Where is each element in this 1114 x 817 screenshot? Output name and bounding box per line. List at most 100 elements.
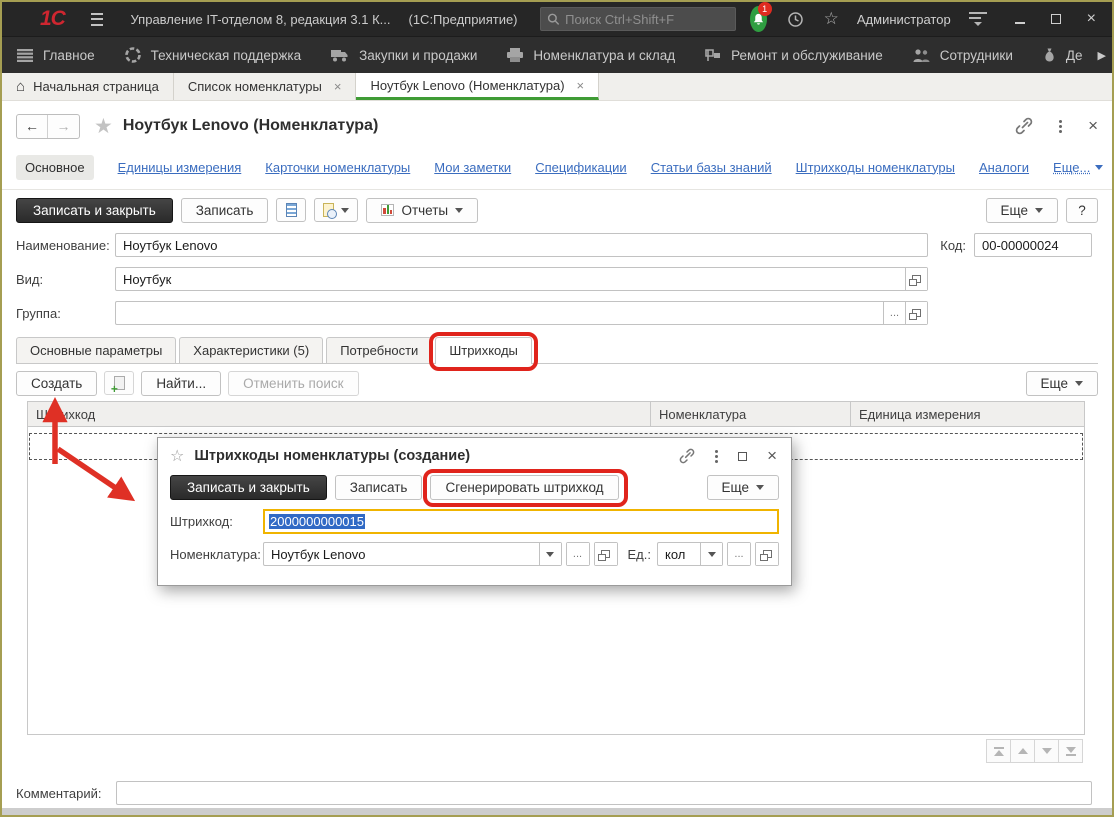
search-input[interactable] xyxy=(565,12,729,27)
name-input[interactable]: Ноутбук Lenovo xyxy=(115,233,928,257)
list-more-button[interactable]: Еще xyxy=(1026,371,1098,396)
link-icon[interactable] xyxy=(679,448,695,464)
section-sotrudniki[interactable]: Сотрудники xyxy=(898,37,1028,73)
maximize-dialog-button[interactable] xyxy=(738,452,747,461)
people-icon xyxy=(913,49,930,62)
navlink-stati-bazy-znaniy[interactable]: Статьи базы знаний xyxy=(651,160,772,175)
section-label: Де xyxy=(1066,48,1083,63)
link-icon[interactable] xyxy=(1015,117,1033,135)
section-nomenklatura[interactable]: Номенклатура и склад xyxy=(492,37,690,73)
go-down-button[interactable] xyxy=(1034,739,1059,763)
service-menu-icon[interactable] xyxy=(969,12,987,26)
back-button[interactable]: ← xyxy=(17,115,48,138)
kind-input[interactable]: Ноутбук xyxy=(116,268,905,290)
kind-input-group: Ноутбук xyxy=(115,267,928,291)
barcode-input[interactable]: 2000000000015 xyxy=(263,509,779,534)
help-button[interactable]: ? xyxy=(1066,198,1098,223)
unit-input[interactable]: кол xyxy=(658,543,700,565)
generate-barcode-button[interactable]: Сгенерировать штрихкод xyxy=(430,475,618,500)
maximize-button[interactable] xyxy=(1051,14,1061,24)
find-button[interactable]: Найти... xyxy=(141,371,221,396)
save-and-close-button[interactable]: Записать и закрыть xyxy=(16,198,173,223)
truck-icon xyxy=(331,49,349,62)
barcode-table-header[interactable]: Штрихкод Номенклатура Единица измерения xyxy=(27,401,1085,427)
structure-button[interactable] xyxy=(276,198,306,222)
section-dengi[interactable]: Де xyxy=(1028,37,1098,73)
save-button[interactable]: Записать xyxy=(181,198,269,223)
favorites-button[interactable]: ☆ xyxy=(824,9,839,29)
code-input[interactable]: 00-00000024 xyxy=(974,233,1092,257)
subtab-potrebnosti[interactable]: Потребности xyxy=(326,337,432,363)
dialog-more-button[interactable]: Еще xyxy=(707,475,779,500)
history-button[interactable] xyxy=(787,11,804,28)
current-user[interactable]: Администратор xyxy=(857,12,951,27)
scheduled-doc-button[interactable] xyxy=(314,198,358,222)
nomenclature-input[interactable]: Ноутбук Lenovo xyxy=(264,543,539,565)
unit-label: Ед.: xyxy=(628,547,651,562)
favorite-star-icon[interactable]: ★ xyxy=(94,114,113,139)
column-nomenklatura[interactable]: Номенклатура xyxy=(650,402,850,426)
close-window-button[interactable]: × xyxy=(1087,11,1096,27)
copy-button[interactable] xyxy=(104,371,134,395)
choose-button[interactable]: ... xyxy=(728,543,750,565)
close-tab-icon[interactable]: × xyxy=(334,79,342,94)
open-button[interactable] xyxy=(905,302,927,324)
sections-overflow-arrow[interactable]: ▶ xyxy=(1098,49,1106,62)
reports-button[interactable]: Отчеты xyxy=(366,198,478,223)
more-button[interactable]: Еще xyxy=(986,198,1058,223)
section-glavnoe[interactable]: Главное xyxy=(2,37,110,73)
favorite-star-icon[interactable]: ☆ xyxy=(170,446,184,466)
subtab-harakteristiki[interactable]: Характеристики (5) xyxy=(179,337,323,363)
navlink-analogi[interactable]: Аналоги xyxy=(979,160,1029,175)
close-form-button[interactable]: × xyxy=(1088,116,1098,136)
dialog-save-and-close-button[interactable]: Записать и закрыть xyxy=(170,475,327,500)
column-shtrihkod[interactable]: Штрихкод xyxy=(28,402,650,426)
more-actions-icon[interactable] xyxy=(1059,120,1062,133)
dialog-save-button[interactable]: Записать xyxy=(335,475,423,500)
open-button[interactable] xyxy=(905,268,927,290)
comment-input[interactable] xyxy=(116,781,1093,805)
close-dialog-button[interactable]: × xyxy=(767,446,777,466)
1c-logo: 1С xyxy=(40,7,65,31)
global-search[interactable] xyxy=(540,7,736,31)
tab-nomenclature-list[interactable]: Список номенклатуры × xyxy=(174,73,357,100)
group-input[interactable] xyxy=(116,302,883,324)
open-button[interactable] xyxy=(756,543,778,565)
navlink-shtrihkody[interactable]: Штрихкоды номенклатуры xyxy=(796,160,955,175)
go-last-button[interactable] xyxy=(1058,739,1083,763)
section-tehpodderzhka[interactable]: Техническая поддержка xyxy=(110,37,317,73)
tab-home[interactable]: ⌂ Начальная страница xyxy=(2,73,174,100)
cancel-search-button[interactable]: Отменить поиск xyxy=(228,371,358,396)
notifications-button[interactable]: 1 xyxy=(750,6,767,32)
dropdown-button[interactable] xyxy=(700,543,722,565)
more-actions-icon[interactable] xyxy=(715,450,718,463)
section-zakupki[interactable]: Закупки и продажи xyxy=(316,37,492,73)
navlink-osnovnoe[interactable]: Основное xyxy=(16,155,94,180)
go-first-button[interactable] xyxy=(986,739,1011,763)
chevron-down-icon xyxy=(1035,208,1043,213)
navlink-edinicy-izmereniya[interactable]: Единицы измерения xyxy=(118,160,242,175)
close-tab-icon[interactable]: × xyxy=(577,78,585,93)
navlink-more[interactable]: Еще... xyxy=(1053,160,1103,175)
barcode-list-toolbar: Создать Найти... Отменить поиск Еще xyxy=(16,369,1098,397)
navlink-kartochki[interactable]: Карточки номенклатуры xyxy=(265,160,410,175)
section-remont[interactable]: Ремонт и обслуживание xyxy=(690,37,898,73)
go-up-button[interactable] xyxy=(1010,739,1035,763)
sections-bar: Главное Техническая поддержка Закупки и … xyxy=(2,36,1112,73)
create-button[interactable]: Создать xyxy=(16,371,97,396)
minimize-button[interactable] xyxy=(1015,22,1025,24)
barcode-create-dialog: ☆ Штрихкоды номенклатуры (создание) × За… xyxy=(157,437,792,586)
navlink-specifikacii[interactable]: Спецификации xyxy=(535,160,627,175)
tab-notebook-lenovo[interactable]: Ноутбук Lenovo (Номенклатура) × xyxy=(356,73,599,100)
section-label: Закупки и продажи xyxy=(359,48,477,63)
choose-button[interactable]: ... xyxy=(883,302,905,324)
open-button[interactable] xyxy=(595,543,617,565)
choose-button[interactable]: ... xyxy=(567,543,589,565)
navlink-moi-zametki[interactable]: Мои заметки xyxy=(434,160,511,175)
main-menu-icon[interactable] xyxy=(91,13,103,26)
dropdown-button[interactable] xyxy=(539,543,561,565)
forward-button[interactable]: → xyxy=(48,115,79,138)
column-edinica-izmereniya[interactable]: Единица измерения xyxy=(850,402,1084,426)
subtab-shtrihkody[interactable]: Штрихкоды xyxy=(435,337,532,364)
subtab-osnovnye-parametry[interactable]: Основные параметры xyxy=(16,337,176,363)
